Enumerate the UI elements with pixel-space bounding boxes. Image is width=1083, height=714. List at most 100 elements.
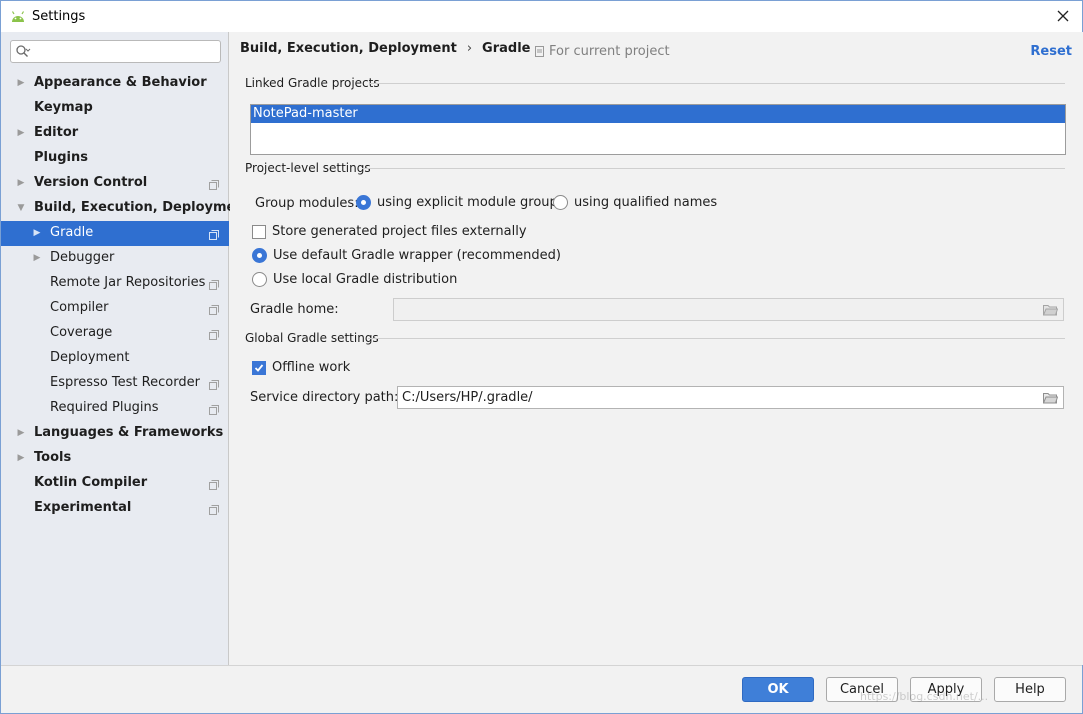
section-title-global: Global Gradle settings xyxy=(245,331,379,345)
breadcrumb-current: Gradle xyxy=(482,41,531,56)
store-generated-checkbox[interactable]: Store generated project files externally xyxy=(252,224,527,239)
sidebar-item-kotlin-compiler[interactable]: Kotlin Compiler xyxy=(1,471,229,496)
section-divider xyxy=(368,338,1065,339)
project-scope-icon xyxy=(209,279,219,290)
sidebar-item-plugins[interactable]: Plugins xyxy=(1,146,229,171)
section-title-project: Project-level settings xyxy=(245,161,371,175)
sidebar-item-experimental[interactable]: Experimental xyxy=(1,496,229,521)
checkbox[interactable] xyxy=(252,224,266,239)
breadcrumb-parent[interactable]: Build, Execution, Deployment xyxy=(240,41,457,56)
sidebar-item-tools[interactable]: ▶ Tools xyxy=(1,446,229,471)
search-icon xyxy=(15,44,31,60)
group-explicit-radio[interactable]: using explicit module groups xyxy=(356,195,565,210)
sidebar-item-languages-frameworks[interactable]: ▶ Languages & Frameworks xyxy=(1,421,229,446)
expand-right-icon[interactable]: ▶ xyxy=(16,78,26,88)
project-scope-icon xyxy=(209,379,219,390)
sidebar-item-label: Deployment xyxy=(50,350,130,365)
project-scope-icon xyxy=(209,229,219,240)
checkbox-label: Offline work xyxy=(272,360,351,375)
use-local-radio[interactable]: Use local Gradle distribution xyxy=(252,272,457,287)
expand-right-icon[interactable]: ▶ xyxy=(16,453,26,463)
settings-window: Settings ▶ Appearance & Behavior Keymap ▶ Ed… xyxy=(0,0,1083,714)
sidebar-item-label: Languages & Frameworks xyxy=(34,425,224,440)
window-title: Settings xyxy=(32,9,86,24)
sidebar-item-label: Remote Jar Repositories xyxy=(50,275,206,290)
sidebar-item-espresso-test-recorder[interactable]: Espresso Test Recorder xyxy=(1,371,229,396)
scope-label: For current project xyxy=(549,44,670,59)
expand-right-icon[interactable]: ▶ xyxy=(16,178,26,188)
settings-sidebar: ▶ Appearance & Behavior Keymap ▶ Editor Plugi… xyxy=(1,32,251,665)
sidebar-item-deployment[interactable]: Deployment xyxy=(1,346,229,371)
sidebar-item-appearance-behavior[interactable]: ▶ Appearance & Behavior xyxy=(1,71,229,96)
expand-down-icon[interactable]: ▼ xyxy=(16,203,26,213)
sidebar-item-label: Appearance & Behavior xyxy=(34,75,207,90)
service-dir-field[interactable] xyxy=(397,386,1064,409)
list-item[interactable]: NotePad-master xyxy=(251,105,1065,123)
radio-button[interactable] xyxy=(252,272,267,287)
sidebar-item-label: Gradle xyxy=(50,225,94,240)
offline-work-checkbox[interactable]: Offline work xyxy=(252,360,350,375)
close-icon[interactable] xyxy=(1050,4,1076,28)
gradle-home-input xyxy=(398,301,1018,318)
project-scope-icon xyxy=(209,304,219,315)
sidebar-item-version-control[interactable]: ▶ Version Control xyxy=(1,171,229,196)
radio-button[interactable] xyxy=(252,248,267,263)
sidebar-item-label: Plugins xyxy=(34,150,88,165)
checkbox[interactable] xyxy=(252,360,266,375)
radio-label: using explicit module groups xyxy=(377,195,565,210)
linked-projects-list[interactable]: NotePad-master xyxy=(250,104,1066,155)
sidebar-item-build-execution-deployment[interactable]: ▼ Build, Execution, Deployment xyxy=(1,196,251,221)
reset-link[interactable]: Reset xyxy=(1030,44,1072,59)
document-icon xyxy=(535,46,544,57)
use-wrapper-radio[interactable]: Use default Gradle wrapper (recommended) xyxy=(252,248,561,263)
sidebar-item-label: Coverage xyxy=(50,325,113,340)
sidebar-item-label: Build, Execution, Deployment xyxy=(34,200,251,215)
expand-right-icon[interactable]: ▶ xyxy=(32,228,42,238)
radio-button[interactable] xyxy=(356,195,371,210)
section-divider xyxy=(362,168,1065,169)
sidebar-item-editor[interactable]: ▶ Editor xyxy=(1,121,229,146)
expand-right-icon[interactable]: ▶ xyxy=(16,128,26,138)
project-scope-icon xyxy=(209,179,219,190)
sidebar-item-label: Version Control xyxy=(34,175,148,190)
gradle-home-field xyxy=(393,298,1064,321)
search-box[interactable] xyxy=(10,40,221,63)
service-dir-input[interactable] xyxy=(402,389,1022,406)
sidebar-item-label: Required Plugins xyxy=(50,400,159,415)
breadcrumb: Build, Execution, Deployment › Gradle xyxy=(240,41,530,56)
group-qualified-radio[interactable]: using qualified names xyxy=(553,195,717,210)
sidebar-item-gradle[interactable]: ▶ Gradle xyxy=(1,221,229,246)
sidebar-item-label: Kotlin Compiler xyxy=(34,475,148,490)
sidebar-item-label: Tools xyxy=(34,450,72,465)
search-input[interactable] xyxy=(35,43,215,60)
title-bar: Settings xyxy=(1,1,1082,32)
sidebar-item-keymap[interactable]: Keymap xyxy=(1,96,229,121)
expand-right-icon[interactable]: ▶ xyxy=(32,253,42,263)
expand-right-icon[interactable]: ▶ xyxy=(16,428,26,438)
radio-label: Use local Gradle distribution xyxy=(273,272,458,287)
radio-label: using qualified names xyxy=(574,195,718,210)
project-scope-icon xyxy=(209,329,219,340)
folder-icon[interactable] xyxy=(1042,392,1059,404)
sidebar-item-remote-jar-repositories[interactable]: Remote Jar Repositories xyxy=(1,271,229,296)
project-scope-icon xyxy=(209,504,219,515)
sidebar-item-label: Compiler xyxy=(50,300,109,315)
sidebar-item-label: Experimental xyxy=(34,500,132,515)
sidebar-item-debugger[interactable]: ▶ Debugger xyxy=(1,246,229,271)
gradle-home-label: Gradle home: xyxy=(250,302,339,317)
radio-button[interactable] xyxy=(553,195,568,210)
help-button[interactable]: Help xyxy=(994,677,1066,702)
gradle-settings-panel: Build, Execution, Deployment › Gradle Fo… xyxy=(230,32,1083,665)
sidebar-item-coverage[interactable]: Coverage xyxy=(1,321,229,346)
checkbox-label: Store generated project files externally xyxy=(272,224,527,239)
ok-button[interactable]: OK xyxy=(742,677,814,702)
group-modules-label: Group modules: xyxy=(255,196,359,211)
sidebar-item-required-plugins[interactable]: Required Plugins xyxy=(1,396,229,421)
project-scope-icon xyxy=(209,479,219,490)
sidebar-item-label: Keymap xyxy=(34,100,93,115)
dialog-buttons: OK Cancel Apply Help xyxy=(1,665,1082,713)
folder-icon xyxy=(1042,304,1059,316)
section-title-linked: Linked Gradle projects xyxy=(245,76,380,90)
sidebar-item-compiler[interactable]: Compiler xyxy=(1,296,229,321)
scope-indicator: For current project xyxy=(535,44,670,59)
